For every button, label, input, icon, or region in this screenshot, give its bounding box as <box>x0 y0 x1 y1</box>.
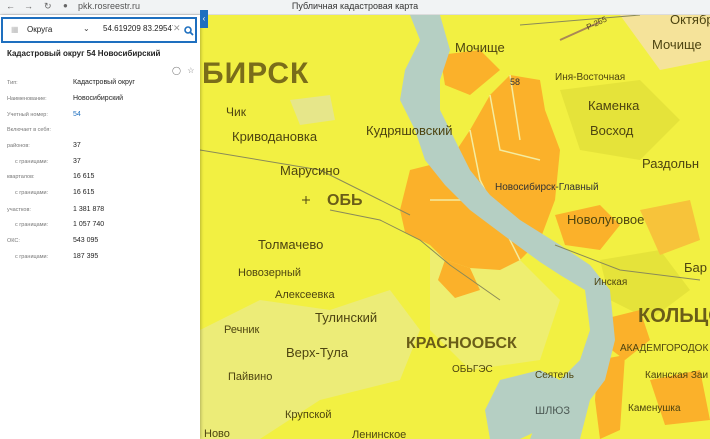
label-novosibirsk-glavny: Новосибирск-Главный <box>495 181 599 193</box>
prop-name-value: Новосибирский <box>73 95 124 102</box>
label-koltsovo: КОЛЬЦО <box>638 305 710 327</box>
prop-parcels-bounded-value: 1 057 740 <box>73 221 105 228</box>
category-select[interactable]: Округа <box>27 25 52 34</box>
label-shlyuz: ШЛЮЗ <box>535 405 570 417</box>
collapse-panel-button[interactable]: ‹ <box>200 10 208 28</box>
label-krupskoy: Крупской <box>285 409 332 421</box>
label-tulinsky: Тулинский <box>315 310 377 325</box>
prop-oks-value: 543 095 <box>73 237 99 244</box>
label-novozerny: Новозерный <box>238 267 301 279</box>
category-icon: ▦ <box>11 25 19 34</box>
prop-parcels-label: участков: <box>7 207 31 213</box>
arrow-right-icon[interactable]: → <box>24 1 33 11</box>
arrow-left-icon[interactable]: ← <box>6 1 15 11</box>
prop-districts-label: районов: <box>7 143 30 149</box>
label-verkh-tula: Верх-Тула <box>286 345 349 360</box>
label-voskhod: Восход <box>590 123 634 138</box>
label-obges: ОБЬГЭС <box>452 364 493 375</box>
prop-parcels-value: 1 381 878 <box>73 206 105 213</box>
district-heading: Кадастровый округ 54 Новосибирский <box>7 49 161 58</box>
label-seyatel: Сеятель <box>535 370 574 381</box>
label-novolugovoe: Новолуговое <box>567 212 644 227</box>
label-ob: ОБЬ <box>327 192 362 209</box>
prop-quarters-label: кварталов: <box>7 174 35 180</box>
browser-toolbar: ← → ↻ ● pkk.rosreestr.ru Публичная кадас… <box>0 0 710 15</box>
label-inskaya: Инская <box>594 277 627 288</box>
clear-icon[interactable]: ✕ <box>173 23 181 34</box>
label-mochishche-east: Мочище <box>652 37 702 52</box>
label-kainskaya: Каинская Заи <box>645 370 708 381</box>
search-input[interactable] <box>103 24 173 33</box>
label-oktyabr: Октябр <box>670 15 710 27</box>
prop-districts-bounded-value: 37 <box>73 158 81 165</box>
address-bar[interactable]: pkk.rosreestr.ru <box>78 1 140 11</box>
label-birsk: БИРСК <box>202 57 309 90</box>
prop-oks-label: ОКС: <box>7 238 20 244</box>
label-inya: Иня-Восточная <box>555 72 625 83</box>
label-akademgorodok: АКАДЕМГОРОДОК <box>620 343 708 354</box>
label-bary: Бар <box>684 260 707 275</box>
label-chik: Чик <box>226 105 247 119</box>
panel-tools: ◯ ☆ <box>172 66 194 75</box>
prop-districts-bounded-label: с границами: <box>15 159 49 165</box>
label-krivodanovka: Криводановка <box>232 129 318 144</box>
label-novo: Ново <box>204 428 230 439</box>
lock-icon: ● <box>63 1 68 10</box>
prop-number-value[interactable]: 54 <box>73 111 81 118</box>
search-icon[interactable] <box>184 23 194 41</box>
info-panel: ▦ Округа ⌄ ✕ Кадастровый округ 54 Новоси… <box>0 15 200 439</box>
label-mochishche-west: Мочище <box>455 40 505 55</box>
label-tolmachevo: Толмачево <box>258 237 323 252</box>
label-kamenushka: Каменушка <box>628 403 681 414</box>
reload-icon[interactable]: ↻ <box>44 1 52 12</box>
label-krasnoobsk: КРАСНООБСК <box>406 335 517 352</box>
prop-oks-bounded-label: с границами: <box>15 254 49 260</box>
label-payvino: Пайвино <box>228 371 272 383</box>
label-rechnik: Речник <box>224 324 260 336</box>
prop-includes-label: Включает в себя: <box>7 127 51 133</box>
chevron-down-icon[interactable]: ⌄ <box>83 24 90 33</box>
prop-quarters-bounded-value: 16 615 <box>73 189 95 196</box>
label-marusino: Марусино <box>280 163 340 178</box>
prop-type-value: Кадастровый округ <box>73 79 135 86</box>
label-leninskoe: Ленинское <box>352 429 406 439</box>
label-alekseevka: Алексеевка <box>275 289 335 301</box>
search-bar: ▦ Округа ⌄ ✕ <box>1 17 197 43</box>
prop-name-label: Наименование: <box>7 96 47 102</box>
prop-type-label: Тип: <box>7 80 18 86</box>
label-kamenka: Каменка <box>588 98 640 113</box>
label-kudryashovsky: Кудряшовский <box>366 123 452 138</box>
prop-oks-bounded-value: 187 395 <box>73 253 99 260</box>
prop-districts-value: 37 <box>73 142 81 149</box>
label-58: 58 <box>510 77 520 87</box>
label-razdolny: Раздольн <box>642 156 699 171</box>
prop-quarters-bounded-label: с границами: <box>15 190 49 196</box>
prop-number-label: Учетный номер: <box>7 112 48 118</box>
cadastral-map[interactable]: БИРСК Мочище Мочище Октябр Р-255 58 Иня-… <box>200 15 710 439</box>
prop-quarters-value: 16 615 <box>73 173 95 180</box>
favorite-icon[interactable]: ☆ <box>187 66 194 75</box>
locate-icon[interactable]: ◯ <box>172 66 181 75</box>
prop-parcels-bounded-label: с границами: <box>15 222 49 228</box>
